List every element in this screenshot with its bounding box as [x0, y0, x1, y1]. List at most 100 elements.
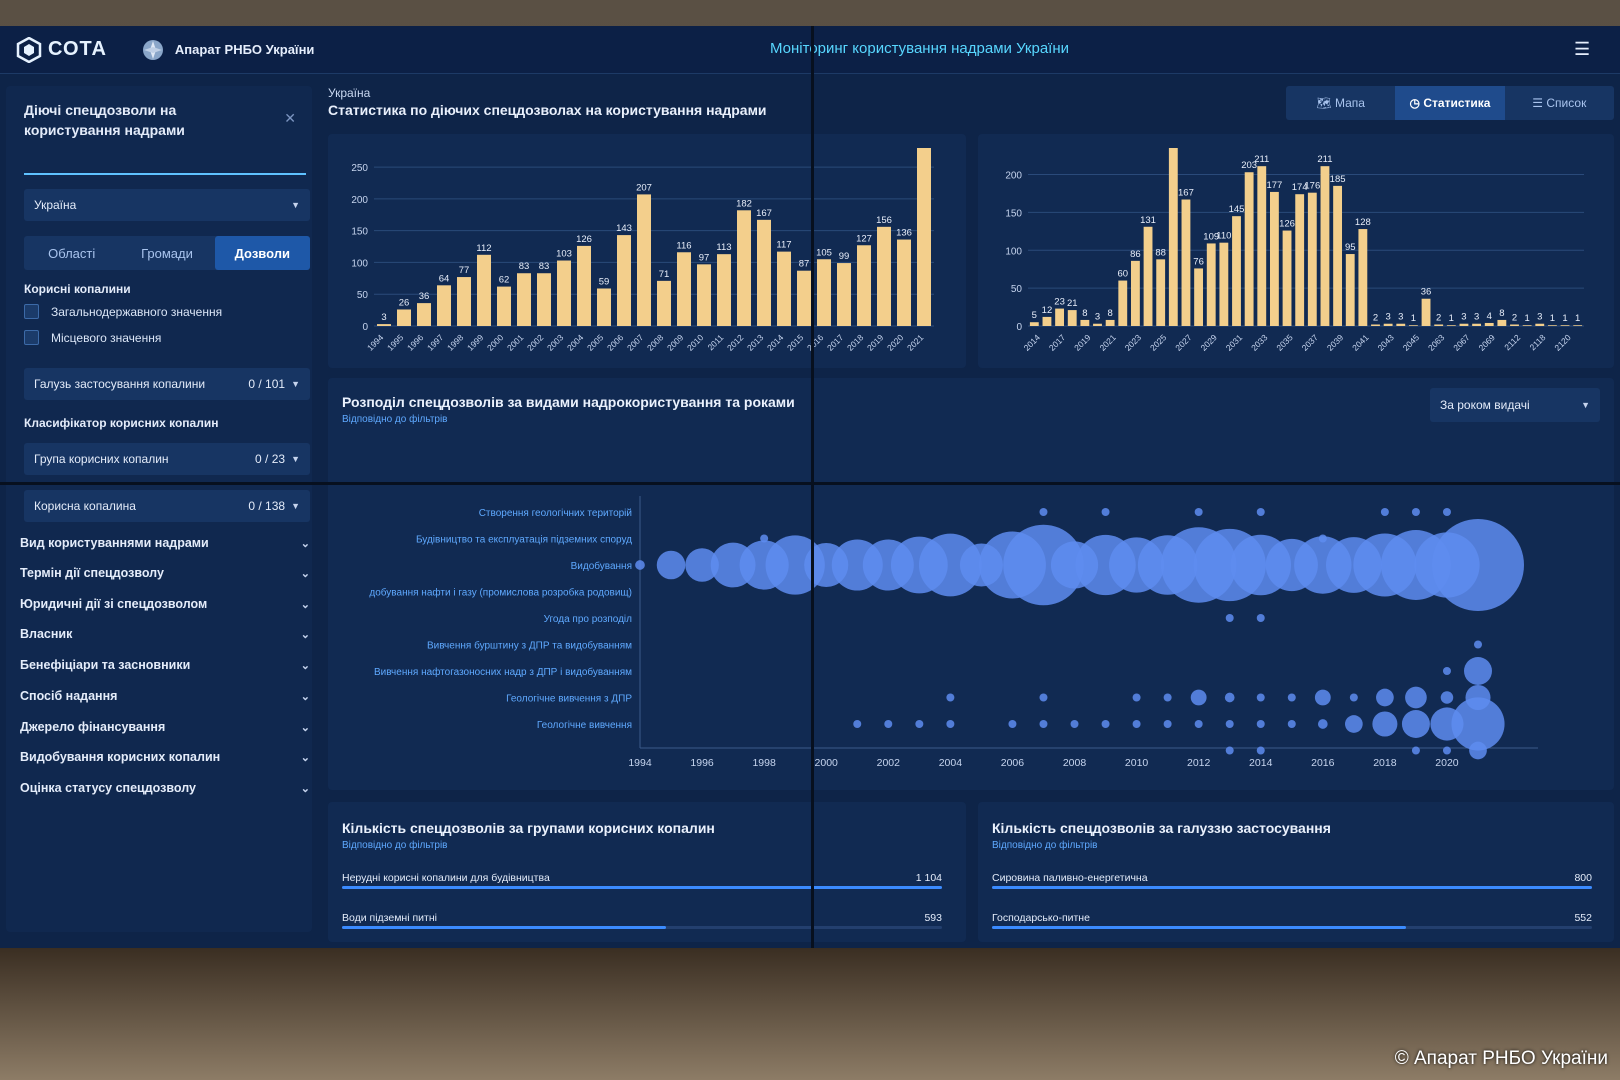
filter-sidebar: Діючі спецдозволи на користування надрам…: [6, 86, 312, 932]
title-underline: [24, 173, 306, 175]
x-tick-label: 1996: [690, 757, 714, 769]
checkbox-box[interactable]: [24, 304, 39, 319]
checkbox-local[interactable]: Місцевого значення: [24, 330, 161, 345]
tab-statistics[interactable]: ◷ Статистика: [1395, 86, 1505, 120]
groups-panel-title: Кількість спецдозволів за групами корисн…: [342, 820, 715, 836]
close-icon[interactable]: ✕: [284, 110, 296, 127]
data-label: 1: [1524, 313, 1529, 324]
bubble: [1008, 720, 1017, 728]
row-label: Води підземні питні: [342, 912, 437, 924]
bar: [537, 273, 551, 326]
data-label: 185: [1330, 174, 1346, 185]
accordion-funding[interactable]: Джерело фінансування ⌄: [20, 720, 310, 734]
x-tick-label: 2004: [565, 332, 586, 353]
accordion-label: Вид користуваннями надрами: [20, 536, 209, 550]
bubble: [1070, 720, 1079, 728]
tab-communities[interactable]: Громади: [119, 236, 214, 270]
row-label: Нерудні корисні копалини для будівництва: [342, 872, 550, 884]
chevron-down-icon: ⌄: [300, 598, 310, 611]
data-label: 207: [636, 182, 652, 193]
bar: [1219, 242, 1229, 326]
accordion-term[interactable]: Термін дії спецдозволу ⌄: [20, 566, 310, 580]
bubble: [1411, 746, 1420, 755]
bubble: [1372, 711, 1398, 737]
row-label: добування нафти і газу (промислова розро…: [369, 587, 632, 599]
hamburger-icon[interactable]: ☰: [1574, 40, 1594, 58]
breadcrumb[interactable]: Україна: [328, 86, 370, 100]
x-tick-label: 2000: [485, 332, 506, 353]
group-select[interactable]: Група корисних копалин 0 / 23 ▼: [24, 443, 310, 475]
x-tick-label: 2006: [605, 332, 626, 353]
chevron-down-icon: ⌄: [300, 628, 310, 641]
tab-map[interactable]: 🗺 Мапа: [1286, 86, 1395, 120]
logo-text: СОТА: [48, 38, 107, 60]
x-tick-label: 2063: [1426, 332, 1447, 353]
industry-row[interactable]: Господарсько-питне 552: [992, 912, 1592, 929]
bubble: [1101, 720, 1110, 728]
accordion-grant-method[interactable]: Спосіб надання ⌄: [20, 689, 310, 703]
data-label: 36: [419, 291, 430, 302]
x-tick-label: 2002: [877, 757, 901, 769]
x-tick-label: 2008: [645, 332, 666, 353]
accordion-usage-type[interactable]: Вид користуваннями надрами ⌄: [20, 536, 310, 550]
accordion-legal-actions[interactable]: Юридичні дії зі спецдозволом ⌄: [20, 597, 310, 611]
data-label: 167: [756, 208, 772, 219]
bar: [1421, 298, 1431, 326]
bar: [1080, 319, 1090, 326]
bar: [497, 286, 511, 326]
bar: [437, 285, 451, 326]
mineral-select[interactable]: Корисна копалина 0 / 138 ▼: [24, 490, 310, 522]
data-label: 36: [1421, 287, 1432, 298]
data-label: 2: [1436, 312, 1441, 323]
row-label: Вивчення бурштину з ДПР та видобуванням: [427, 640, 632, 652]
tab-regions[interactable]: Області: [24, 236, 119, 270]
bar: [1383, 323, 1393, 326]
app-logo[interactable]: СОТА: [16, 36, 107, 63]
x-tick-label: 2007: [625, 332, 646, 353]
industry-row[interactable]: Сировина паливно-енергетична 800: [992, 872, 1592, 889]
x-tick-label: 2004: [939, 757, 963, 769]
logo-icon: [16, 36, 42, 63]
row-label: Угода про розподіл: [544, 614, 633, 625]
row-fill: [342, 926, 666, 929]
x-tick-label: 1999: [465, 332, 486, 353]
checkbox-box[interactable]: [24, 330, 39, 345]
tab-permits[interactable]: Дозволи: [214, 236, 310, 270]
data-label: 2: [1512, 312, 1517, 323]
data-label: 8: [1107, 308, 1112, 319]
bubble: [635, 560, 645, 570]
bubble: [656, 550, 686, 580]
bar: [1358, 229, 1368, 326]
data-label: 117: [776, 240, 791, 251]
row-track: [342, 926, 942, 929]
bar: [1067, 310, 1077, 326]
room-floor: [0, 948, 1620, 1080]
tab-label: Статистика: [1423, 96, 1491, 110]
group-row[interactable]: Нерудні корисні копалини для будівництва…: [342, 872, 942, 889]
caret-down-icon: ▼: [291, 454, 300, 464]
row-track: [992, 926, 1592, 929]
region-select[interactable]: Україна ▼: [24, 189, 310, 221]
screen-seam-horizontal: [0, 482, 1620, 485]
group-row[interactable]: Води підземні питні 593: [342, 912, 942, 929]
accordion-beneficiaries[interactable]: Бенефіціари та засновники ⌄: [20, 658, 310, 672]
bar: [777, 251, 791, 326]
accordion-status[interactable]: Оцінка статусу спецдозволу ⌄: [20, 781, 310, 795]
bar: [1029, 322, 1039, 326]
industry-panel: Кількість спецдозволів за галуззю застос…: [978, 802, 1614, 942]
data-label: 127: [856, 233, 872, 244]
data-label: 77: [459, 265, 470, 276]
data-label: 87: [799, 259, 810, 270]
bar: [1307, 192, 1317, 326]
tab-list[interactable]: ☰ Список: [1505, 86, 1614, 120]
x-tick-label: 1996: [405, 332, 426, 353]
accordion-owner[interactable]: Власник ⌄: [20, 627, 310, 641]
accordion-extraction[interactable]: Видобування корисних копалин ⌄: [20, 750, 310, 764]
photo-credit: © Апарат РНБО України: [1394, 1048, 1608, 1069]
bubble: [1287, 693, 1296, 702]
data-label: 136: [896, 228, 912, 239]
checkbox-national[interactable]: Загальнодержавного значення: [24, 304, 222, 319]
bubble: [1442, 667, 1451, 675]
accordion-label: Видобування корисних копалин: [20, 750, 221, 764]
industry-select[interactable]: Галузь застосування копалини 0 / 101 ▼: [24, 368, 310, 400]
